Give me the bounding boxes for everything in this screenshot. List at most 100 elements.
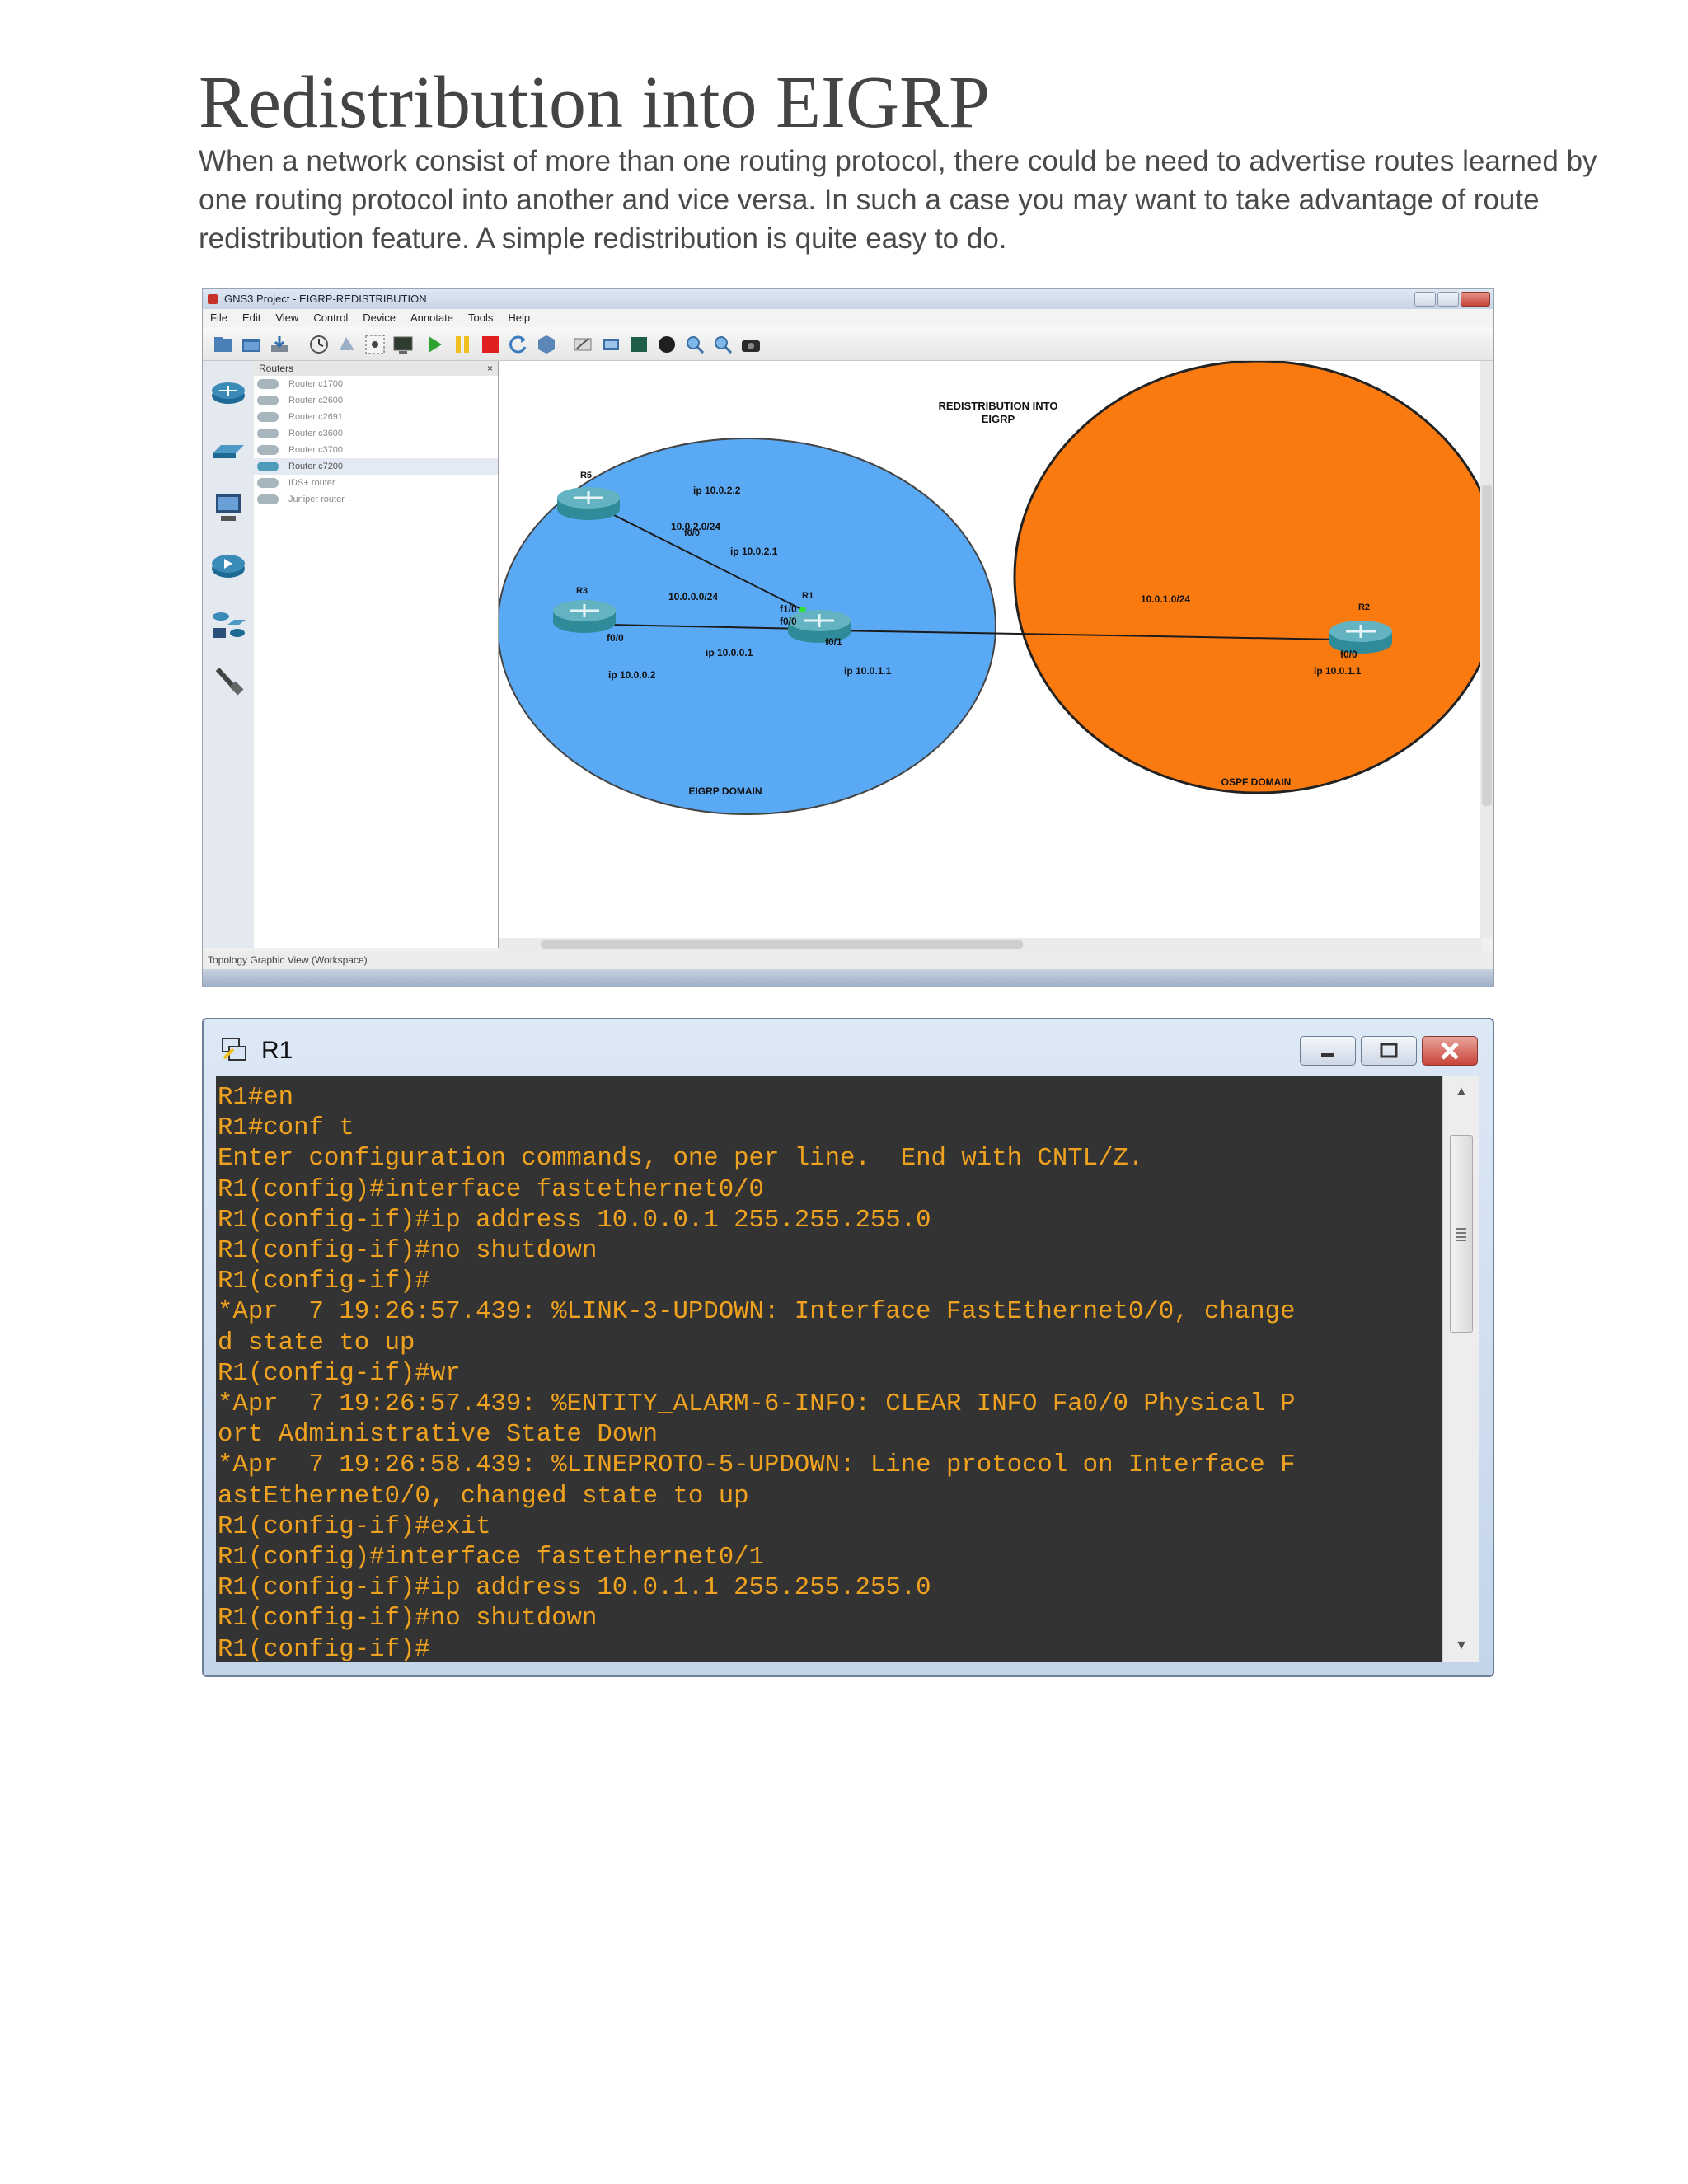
- save-project-icon[interactable]: [269, 334, 290, 355]
- new-project-icon[interactable]: [213, 334, 234, 355]
- reload-icon[interactable]: [508, 334, 529, 355]
- start-icon[interactable]: [424, 334, 445, 355]
- terminal-line: *Apr 7 19:26:57.439: %LINK-3-UPDOWN: Int…: [218, 1297, 1296, 1327]
- router-list-item-selected[interactable]: Router c7200: [254, 458, 498, 475]
- screenshot-icon[interactable]: [740, 334, 762, 355]
- menu-tools[interactable]: Tools: [461, 309, 500, 327]
- topology-canvas[interactable]: REDISTRIBUTION INTO EIGRP R5 ip 10.0.2.2…: [499, 361, 1482, 938]
- r2-interface-label: f0/0: [1340, 649, 1357, 660]
- r3-name-label: R3: [576, 586, 588, 596]
- gns3-close-button[interactable]: [1461, 292, 1490, 307]
- menu-annotate[interactable]: Annotate: [403, 309, 461, 327]
- terminal-close-button[interactable]: [1422, 1036, 1478, 1066]
- router-icon: [257, 462, 279, 471]
- gns3-screenshot: GNS3 Project - EIGRP-REDISTRIBUTION File…: [202, 288, 1494, 987]
- switches-category-icon[interactable]: [209, 432, 247, 470]
- terminal-line: d state to up: [218, 1328, 415, 1357]
- close-icon: [1441, 1042, 1459, 1060]
- links-category-icon[interactable]: [209, 663, 247, 701]
- show-hostnames-icon[interactable]: [364, 334, 386, 355]
- router-list-item[interactable]: Router c2600: [254, 392, 498, 409]
- terminal-output[interactable]: R1#en R1#conf t Enter configuration comm…: [216, 1076, 1442, 1662]
- gns3-minimize-button[interactable]: [1414, 292, 1436, 307]
- terminal-scroll-thumb[interactable]: [1450, 1135, 1473, 1333]
- router-list-item[interactable]: Router c1700: [254, 376, 498, 392]
- terminal-scrollbar[interactable]: ▲ ▼: [1442, 1076, 1479, 1662]
- terminal-line: *Apr 7 19:26:58.439: %LINEPROTO-5-UPDOWN…: [218, 1451, 1296, 1480]
- ospf-domain-ellipse: [1013, 361, 1482, 794]
- menu-help[interactable]: Help: [500, 309, 537, 327]
- router-icon: [257, 379, 279, 389]
- virtualbox-icon[interactable]: [536, 334, 557, 355]
- gns3-app-icon: [208, 294, 218, 304]
- link-r5-r1-ip: ip 10.0.2.1: [730, 546, 778, 557]
- link-r1-r2-ip: ip 10.0.1.1: [844, 665, 892, 677]
- router-r2-icon[interactable]: [1329, 621, 1392, 654]
- link-r5-r1-subnet: 10.0.2.0/24: [671, 521, 720, 532]
- draw-ellipse-icon[interactable]: [656, 334, 678, 355]
- router-list-item[interactable]: Router c3700: [254, 442, 498, 458]
- router-r5-icon[interactable]: [557, 487, 620, 520]
- router-list-item[interactable]: Juniper router: [254, 491, 498, 508]
- terminal-maximize-button[interactable]: [1361, 1036, 1417, 1066]
- router-icon: [257, 445, 279, 455]
- routers-category-icon[interactable]: [209, 374, 247, 412]
- router-icon: [257, 494, 279, 504]
- gns3-toolbar: [203, 327, 1493, 361]
- page-title: Redistribution into EIGRP: [199, 62, 991, 143]
- zoom-in-icon[interactable]: [684, 334, 706, 355]
- menu-control[interactable]: Control: [306, 309, 355, 327]
- terminal-line: R1#conf t: [218, 1113, 354, 1143]
- router-icon: [257, 396, 279, 405]
- link-r1-r2-subnet: 10.0.1.0/24: [1141, 593, 1190, 605]
- terminal-line: R1(config)#interface fastethernet0/0: [218, 1174, 764, 1204]
- topology-heading-line2: EIGRP: [982, 413, 1015, 425]
- terminal-line: R1(config)#interface fastethernet0/1: [218, 1543, 764, 1572]
- scroll-up-arrow-icon[interactable]: ▲: [1443, 1076, 1479, 1108]
- topology-horizontal-scrollbar[interactable]: [499, 938, 1482, 951]
- end-devices-category-icon[interactable]: [209, 490, 247, 527]
- topology-vertical-scrollbar[interactable]: [1480, 361, 1493, 938]
- terminal-line: R1#en: [218, 1083, 294, 1112]
- router-icon: [257, 429, 279, 438]
- r5-ip-label: ip 10.0.2.2: [693, 485, 741, 496]
- router-icon: [257, 478, 279, 488]
- menu-edit[interactable]: Edit: [235, 309, 268, 327]
- zoom-out-icon[interactable]: [712, 334, 734, 355]
- router-list-item[interactable]: Router c3600: [254, 425, 498, 442]
- putty-icon: [222, 1038, 246, 1061]
- terminal-title: R1: [261, 1037, 293, 1064]
- eigrp-domain-label: EIGRP DOMAIN: [688, 785, 762, 797]
- security-devices-category-icon[interactable]: [209, 547, 247, 585]
- draw-rectangle-icon[interactable]: [628, 334, 649, 355]
- intro-paragraph: When a network consist of more than one …: [199, 145, 1597, 255]
- menu-file[interactable]: File: [203, 309, 235, 327]
- insert-picture-icon[interactable]: [600, 334, 621, 355]
- gns3-maximize-button[interactable]: [1437, 292, 1459, 307]
- minimize-icon: [1321, 1053, 1334, 1057]
- routers-panel-close-icon[interactable]: ×: [487, 361, 493, 376]
- router-r3-icon[interactable]: [553, 600, 616, 633]
- r2-ip-label: ip 10.0.1.1: [1314, 665, 1362, 677]
- menu-device[interactable]: Device: [355, 309, 403, 327]
- snapshot-icon[interactable]: [336, 334, 358, 355]
- menu-view[interactable]: View: [268, 309, 306, 327]
- r3-ip-label: ip 10.0.0.2: [608, 669, 656, 681]
- stop-icon[interactable]: [480, 334, 501, 355]
- pause-icon[interactable]: [452, 334, 473, 355]
- router-list-item[interactable]: IDS+ router: [254, 475, 498, 491]
- terminal-lines: R1#en R1#conf t Enter configuration comm…: [216, 1076, 1442, 1662]
- terminal-minimize-button[interactable]: [1300, 1036, 1356, 1066]
- add-note-icon[interactable]: [572, 334, 593, 355]
- r2-name-label: R2: [1358, 602, 1370, 612]
- timer-icon[interactable]: [308, 334, 330, 355]
- ospf-domain-label: OSPF DOMAIN: [1221, 776, 1292, 788]
- console-icon[interactable]: [392, 334, 414, 355]
- r5-name-label: R5: [580, 471, 592, 480]
- open-project-icon[interactable]: [241, 334, 262, 355]
- r1-interface-f0-1: f0/1: [825, 636, 842, 648]
- scroll-down-arrow-icon[interactable]: ▼: [1443, 1629, 1479, 1662]
- windows-taskbar: [203, 969, 1493, 987]
- router-list-item[interactable]: Router c2691: [254, 409, 498, 425]
- all-devices-category-icon[interactable]: [209, 605, 247, 643]
